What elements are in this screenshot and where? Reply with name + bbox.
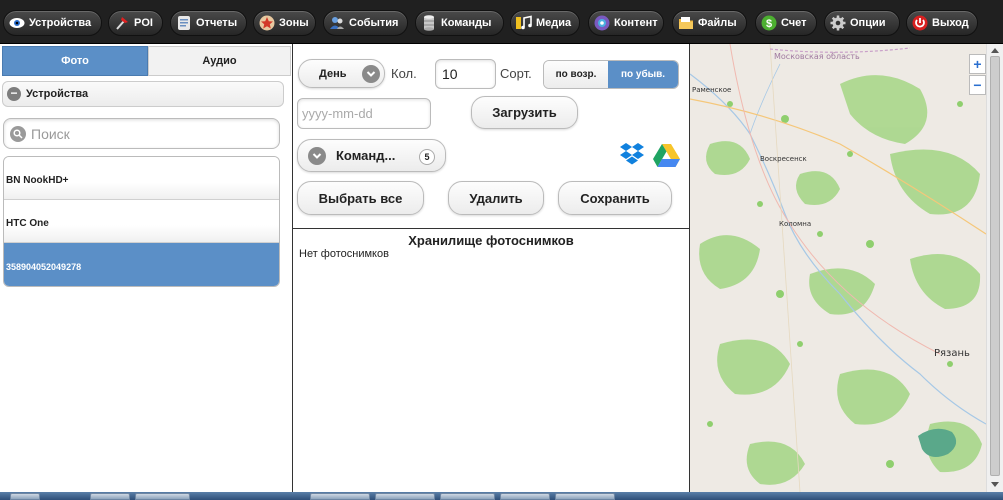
account-button-label: Счет [781, 16, 807, 29]
commands-button-label: Команды [441, 16, 492, 29]
scroll-down-arrow-icon[interactable] [991, 482, 999, 487]
reports-button-label: Отчеты [196, 16, 238, 29]
zones-button[interactable]: Зоны [253, 10, 316, 36]
options-button[interactable]: Опции [824, 10, 900, 36]
commands-count-badge: 5 [419, 149, 435, 165]
commands-select-label: Команд... [336, 148, 396, 163]
reports-button[interactable]: Отчеты [170, 10, 247, 36]
exit-button[interactable]: Выход [906, 10, 978, 36]
pin-icon [114, 15, 130, 31]
list-item[interactable]: BN NookHD+ [4, 157, 279, 200]
map-label-ramenskoe: Раменское [692, 86, 732, 94]
commands-button[interactable]: Команды [415, 10, 504, 36]
svg-text:$: $ [766, 18, 772, 30]
content-icon [594, 15, 610, 31]
power-icon [912, 15, 928, 31]
content-button-label: Контент [614, 16, 658, 29]
star-badge-icon [259, 15, 275, 31]
map-view[interactable]: Московская область Раменское Воскресенск… [690, 44, 986, 492]
map-tiles [690, 44, 986, 492]
content-button[interactable]: Контент [588, 10, 664, 36]
sort-toggle-group: по возр. по убыв. [543, 60, 679, 89]
devices-button-label: Устройства [29, 16, 92, 29]
sort-ascending-button[interactable]: по возр. [544, 61, 609, 88]
map-label-voskresensk: Воскресенск [760, 155, 807, 163]
files-button-label: Файлы [698, 16, 737, 29]
taskbar-item[interactable] [10, 493, 40, 500]
events-button[interactable]: События [323, 10, 408, 36]
taskbar-item[interactable] [90, 493, 130, 500]
search-input[interactable] [31, 125, 261, 142]
users-icon [329, 15, 345, 31]
scroll-thumb[interactable] [990, 56, 1000, 476]
collapse-icon: − [7, 87, 21, 101]
google-drive-icon[interactable] [653, 144, 680, 167]
map-label-kolomna: Коломна [779, 220, 812, 228]
date-input[interactable] [297, 98, 431, 129]
vertical-scrollbar[interactable] [986, 44, 1003, 492]
period-select[interactable]: День [298, 59, 385, 88]
devices-collapsible-header[interactable]: − Устройства [2, 81, 284, 107]
zoom-in-button[interactable]: + [969, 54, 986, 74]
taskbar-item[interactable] [500, 493, 550, 500]
count-label: Кол. [391, 66, 417, 81]
report-icon [176, 15, 192, 31]
options-button-label: Опции [850, 16, 886, 29]
poi-button-label: POI [134, 16, 153, 29]
events-button-label: События [349, 16, 399, 29]
delete-button[interactable]: Удалить [448, 181, 544, 215]
map-label-region: Московская область [774, 52, 860, 61]
storage-empty-message: Нет фотоснимков [299, 248, 389, 260]
chevron-down-icon [308, 147, 326, 165]
files-button[interactable]: Файлы [672, 10, 747, 36]
music-icon [516, 15, 532, 31]
app-window: Устройства POI Отчеты Зоны События Коман… [0, 0, 1003, 500]
tab-photo[interactable]: Фото [2, 46, 148, 76]
select-all-button[interactable]: Выбрать все [297, 181, 424, 215]
dollar-icon: $ [761, 15, 777, 31]
os-taskbar [0, 492, 1003, 500]
media-button-label: Медиа [536, 16, 572, 29]
poi-button[interactable]: POI [108, 10, 163, 36]
search-icon [10, 125, 26, 142]
database-icon [421, 15, 437, 31]
search-box [3, 118, 280, 149]
taskbar-item[interactable] [310, 493, 370, 500]
load-button[interactable]: Загрузить [471, 96, 578, 129]
exit-button-label: Выход [932, 16, 969, 29]
count-input[interactable] [435, 59, 496, 89]
list-item[interactable]: HTC One [4, 200, 279, 243]
zones-button-label: Зоны [279, 16, 309, 29]
sort-descending-button[interactable]: по убыв. [608, 61, 678, 88]
tab-audio[interactable]: Аудио [148, 46, 291, 76]
zoom-out-button[interactable]: − [969, 75, 986, 95]
save-button[interactable]: Сохранить [558, 181, 672, 215]
sort-label: Сорт. [500, 66, 532, 81]
taskbar-item[interactable] [440, 493, 495, 500]
divider [293, 228, 689, 229]
dropbox-icon[interactable] [619, 141, 645, 167]
chevron-down-icon [362, 65, 380, 83]
top-toolbar: Устройства POI Отчеты Зоны События Коман… [0, 0, 1003, 44]
taskbar-item[interactable] [135, 493, 190, 500]
gear-icon [830, 15, 846, 31]
device-list: BN NookHD+ HTC One 358904052049278 [3, 156, 280, 287]
folder-icon [678, 15, 694, 31]
photo-controls-panel: День Кол. Сорт. по возр. по убыв. Загруз… [293, 44, 690, 492]
devices-button[interactable]: Устройства [3, 10, 102, 36]
storage-title: Хранилище фотоснимков [408, 233, 574, 248]
taskbar-item[interactable] [555, 493, 615, 500]
scroll-up-arrow-icon[interactable] [991, 48, 999, 53]
map-label-ryazan: Рязань [934, 348, 970, 359]
eye-icon [9, 15, 25, 31]
devices-header-label: Устройства [26, 88, 89, 100]
commands-select[interactable]: Команд... 5 [297, 139, 446, 172]
account-button[interactable]: $ Счет [755, 10, 817, 36]
left-panel: Фото Аудио − Устройства BN NookHD+ HTC O… [0, 44, 293, 492]
taskbar-item[interactable] [375, 493, 435, 500]
list-item-selected[interactable]: 358904052049278 [4, 243, 279, 286]
period-select-label: День [319, 67, 347, 80]
media-button[interactable]: Медиа [510, 10, 580, 36]
